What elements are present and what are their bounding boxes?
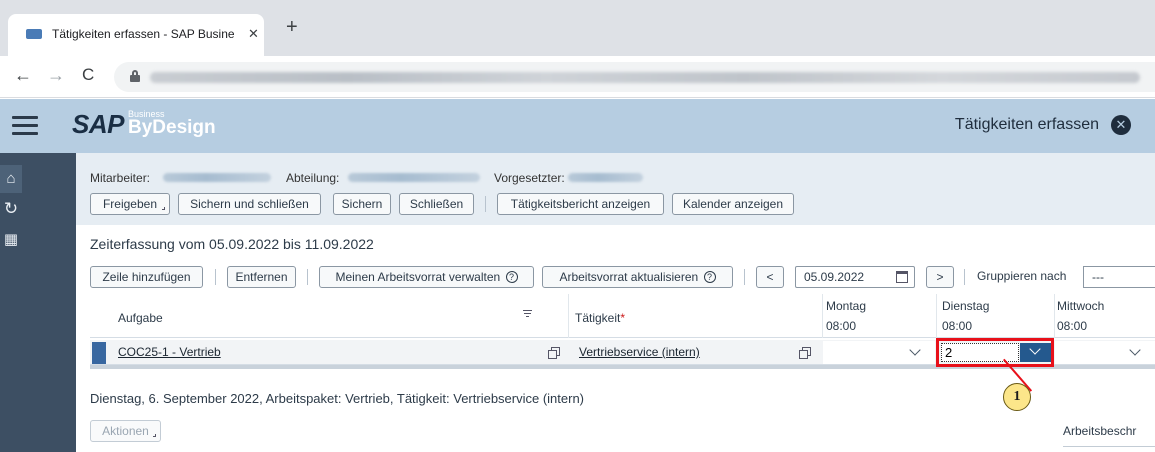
manage-worklist-label: Meinen Arbeitsvorrat verwalten [335,270,501,284]
refresh-worklist-label: Arbeitsvorrat aktualisieren [559,270,699,284]
value-help-icon[interactable] [799,347,811,359]
blurred-url [150,72,1140,83]
save-button[interactable]: Sichern [333,193,391,215]
group-by-label: Gruppieren nach [977,269,1067,283]
sap-bydesign-logo: SAP Business ByDesign [72,109,216,143]
tab-title: Tätigkeiten erfassen - SAP Busine [52,27,235,41]
column-wednesday-hours: 08:00 [1057,319,1088,333]
manager-value-blurred [568,173,643,182]
home-icon[interactable]: ⌂ [0,168,22,190]
chevron-down-icon [1129,344,1141,356]
work-description-field[interactable] [1063,446,1155,447]
activity-link[interactable]: Vertriebservice (intern) [579,345,700,359]
calendar-button[interactable]: Kalender anzeigen [672,193,794,215]
sap-shell-header: SAP Business ByDesign Tätigkeiten erfass… [0,99,1155,153]
date-field[interactable]: 05.09.2022 [795,266,915,288]
employee-value-blurred [163,173,271,182]
sap-favicon-icon [26,29,42,39]
page-title: Tätigkeiten erfassen [954,116,1099,133]
column-tuesday-hours: 08:00 [942,319,973,333]
logo-bydesign-text: ByDesign [128,117,216,138]
detail-summary: Dienstag, 6. September 2022, Arbeitspake… [90,391,585,406]
chevron-down-icon [1029,343,1041,355]
browser-tabstrip: Tätigkeiten erfassen - SAP Busine ✕ + [0,0,1155,56]
next-week-button[interactable]: > [926,266,954,288]
monday-hours-dropdown[interactable] [823,341,935,364]
calendar-picker-icon[interactable] [896,271,908,283]
logo-sap-text: SAP [72,109,124,139]
column-separator [1054,294,1055,338]
actions-label: Aktionen [102,424,149,438]
left-rail: ⌂ ↻ ▦ [0,153,76,452]
column-wednesday: Mittwoch [1057,299,1105,313]
work-description-label: Arbeitsbeschr [1063,424,1137,438]
browser-tab[interactable]: Tätigkeiten erfassen - SAP Busine ✕ [8,14,264,56]
chevron-down-icon [909,344,921,356]
previous-week-button[interactable]: < [756,266,784,288]
separator [485,196,486,212]
column-separator [936,294,937,338]
help-icon: ? [505,271,518,283]
manage-worklist-button[interactable]: Meinen Arbeitsvorrat verwalten ? [319,266,534,288]
tuesday-dropdown-button[interactable] [1020,343,1051,362]
separator [744,269,745,285]
menu-caret-icon [162,207,165,210]
separator [307,269,308,285]
tuesday-hours-input[interactable]: 2 [941,343,1019,362]
release-button[interactable]: Freigeben [90,193,170,215]
column-separator [822,294,823,338]
tab-close-icon[interactable]: ✕ [248,26,259,42]
required-marker: * [620,311,626,325]
section-title: Zeiterfassung vom 05.09.2022 bis 11.09.2… [90,236,374,252]
close-button[interactable]: Schließen [399,193,474,215]
department-value-blurred [348,173,480,182]
add-row-button[interactable]: Zeile hinzufügen [90,266,203,288]
refresh-worklist-button[interactable]: Arbeitsvorrat aktualisieren ? [542,266,733,288]
address-bar[interactable] [114,62,1155,92]
close-icon[interactable]: ✕ [1111,115,1131,135]
department-label: Abteilung: [286,171,340,185]
calendar-icon[interactable]: ▦ [0,229,22,251]
value-help-icon[interactable] [548,347,560,359]
back-arrow-icon[interactable]: ← [14,65,32,85]
refresh-icon[interactable]: ↻ [0,198,22,220]
lock-icon [130,70,140,82]
manager-label: Vorgesetzter: [494,171,565,185]
actions-button[interactable]: Aktionen [90,420,161,442]
column-activity-label: Tätigkeit [575,311,621,325]
column-task[interactable]: Aufgabe [118,311,163,325]
column-monday: Montag [826,299,867,313]
menu-icon[interactable] [12,116,38,136]
column-tuesday: Dienstag [942,299,990,313]
reload-icon[interactable]: C [82,65,94,85]
callout-badge: 1 [1003,383,1031,411]
activity-report-button[interactable]: Tätigkeitsbericht anzeigen [497,193,664,215]
column-separator [568,294,569,338]
row-selector[interactable] [92,342,106,364]
save-close-button[interactable]: Sichern und schließen [178,193,321,215]
remove-button[interactable]: Entfernen [227,266,296,288]
column-monday-hours: 08:00 [826,319,857,333]
group-by-select[interactable]: --- [1083,266,1155,288]
forward-arrow-icon[interactable]: → [47,65,65,85]
wednesday-hours-dropdown[interactable] [1055,341,1155,364]
task-link[interactable]: COC25-1 - Vertrieb [118,345,221,359]
separator [964,269,965,285]
separator [215,269,216,285]
menu-caret-icon [153,434,156,437]
date-value: 05.09.2022 [804,270,865,284]
browser-navbar: ← → C [0,56,1155,98]
new-tab-button[interactable]: + [286,17,298,37]
column-activity[interactable]: Tätigkeit* [575,311,625,325]
help-icon: ? [703,271,716,283]
employee-label: Mitarbeiter: [90,171,151,185]
filter-icon[interactable] [523,310,532,318]
release-label: Freigeben [102,197,158,211]
